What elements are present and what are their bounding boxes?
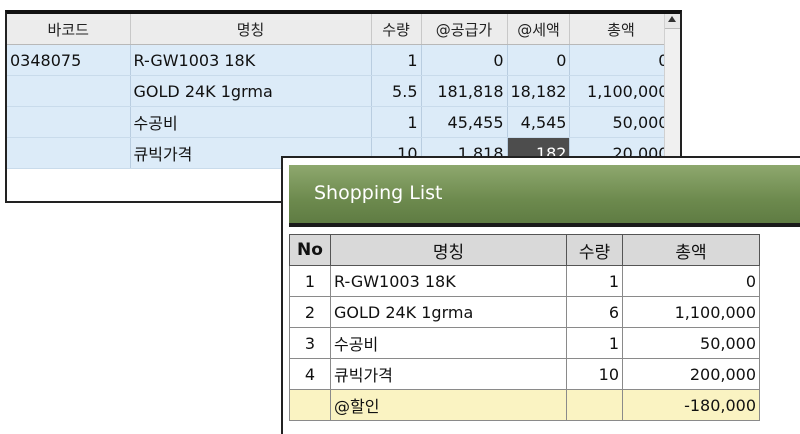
discount-name: @할인 xyxy=(330,389,567,421)
cell-barcode[interactable] xyxy=(7,137,131,169)
item-grid: 바코드 명칭 수량 @공급가 @세액 총액 0348075 R-GW1003 1… xyxy=(7,14,673,169)
cell-name[interactable]: GOLD 24K 1grma xyxy=(130,75,372,107)
col-header-name: 명칭 xyxy=(330,234,567,266)
cell-tax[interactable]: 4,545 xyxy=(507,106,571,138)
item-total: 1,100,000 xyxy=(622,296,760,328)
col-header-barcode[interactable]: 바코드 xyxy=(7,14,131,45)
shopping-list-table: No 명칭 수량 총액 1 R-GW1003 18K 1 0 2 GOLD 24… xyxy=(289,234,760,421)
item-name: 수공비 xyxy=(330,327,567,359)
cell-tax[interactable]: 18,182 xyxy=(507,75,571,107)
col-header-total: 총액 xyxy=(622,234,760,266)
item-name: GOLD 24K 1grma xyxy=(330,296,567,328)
cell-unit-price[interactable]: 181,818 xyxy=(421,75,508,107)
cell-qty[interactable]: 1 xyxy=(371,106,422,138)
item-qty: 1 xyxy=(566,327,623,359)
cell-total[interactable]: 0 xyxy=(569,44,673,76)
list-item[interactable]: 4 큐빅가격 10 200,000 xyxy=(289,358,760,390)
discount-total: -180,000 xyxy=(622,389,760,421)
col-header-qty[interactable]: 수량 xyxy=(371,14,422,45)
list-item[interactable]: 1 R-GW1003 18K 1 0 xyxy=(289,265,760,297)
grid-row[interactable]: 수공비 1 45,455 4,545 50,000 xyxy=(7,106,673,138)
cell-unit-price[interactable]: 45,455 xyxy=(421,106,508,138)
grid-header-row: 바코드 명칭 수량 @공급가 @세액 총액 xyxy=(7,14,673,45)
scroll-up-button[interactable] xyxy=(665,14,680,29)
col-header-tax[interactable]: @세액 xyxy=(507,14,571,45)
cell-qty[interactable]: 5.5 xyxy=(371,75,422,107)
item-total: 50,000 xyxy=(622,327,760,359)
arrow-up-icon xyxy=(668,16,676,22)
col-header-total[interactable]: 총액 xyxy=(569,14,673,45)
cell-unit-price[interactable]: 0 xyxy=(421,44,508,76)
popup-title: Shopping List xyxy=(314,182,443,204)
cell-total[interactable]: 50,000 xyxy=(569,106,673,138)
col-header-name[interactable]: 명칭 xyxy=(130,14,372,45)
cell-name[interactable]: 수공비 xyxy=(130,106,372,138)
discount-qty xyxy=(566,389,623,421)
item-qty: 1 xyxy=(566,265,623,297)
list-header-row: No 명칭 수량 총액 xyxy=(289,234,760,266)
shopping-list-popup: Shopping List No 명칭 수량 총액 1 R-GW1003 18K… xyxy=(281,156,800,434)
header-divider xyxy=(289,223,800,227)
grid-row[interactable]: 0348075 R-GW1003 18K 1 0 0 0 xyxy=(7,44,673,76)
col-header-no: No xyxy=(289,234,331,266)
cell-tax[interactable]: 0 xyxy=(507,44,571,76)
cell-total[interactable]: 1,100,000 xyxy=(569,75,673,107)
list-item[interactable]: 3 수공비 1 50,000 xyxy=(289,327,760,359)
cell-name[interactable]: R-GW1003 18K xyxy=(130,44,372,76)
item-no: 2 xyxy=(289,296,331,328)
col-header-unit-price[interactable]: @공급가 xyxy=(421,14,508,45)
item-total: 0 xyxy=(622,265,760,297)
item-no: 3 xyxy=(289,327,331,359)
cell-barcode[interactable] xyxy=(7,75,131,107)
item-name: R-GW1003 18K xyxy=(330,265,567,297)
item-name: 큐빅가격 xyxy=(330,358,567,390)
item-qty: 6 xyxy=(566,296,623,328)
cell-qty[interactable]: 1 xyxy=(371,44,422,76)
item-no: 4 xyxy=(289,358,331,390)
item-qty: 10 xyxy=(566,358,623,390)
discount-no xyxy=(289,389,331,421)
item-total: 200,000 xyxy=(622,358,760,390)
grid-row[interactable]: GOLD 24K 1grma 5.5 181,818 18,182 1,100,… xyxy=(7,75,673,107)
popup-header: Shopping List xyxy=(289,165,800,223)
cell-barcode[interactable] xyxy=(7,106,131,138)
item-no: 1 xyxy=(289,265,331,297)
col-header-qty: 수량 xyxy=(566,234,623,266)
list-item[interactable]: 2 GOLD 24K 1grma 6 1,100,000 xyxy=(289,296,760,328)
discount-row[interactable]: @할인 -180,000 xyxy=(289,389,760,421)
cell-barcode[interactable]: 0348075 xyxy=(7,44,131,76)
